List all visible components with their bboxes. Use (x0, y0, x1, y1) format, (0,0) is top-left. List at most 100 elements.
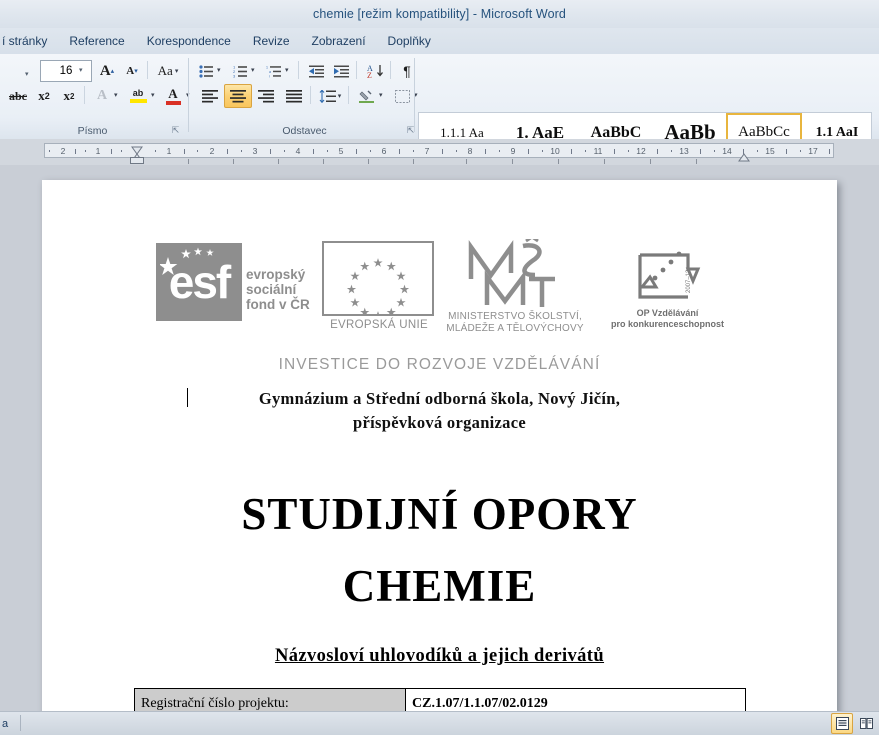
strikethrough-button[interactable]: abc (4, 84, 32, 108)
ruler-label: 4 (295, 146, 301, 156)
ruler-label: 1 (166, 146, 172, 156)
line-spacing-icon (319, 89, 336, 103)
shrink-font-button[interactable]: A ▾ (119, 59, 145, 83)
justify-button[interactable] (280, 84, 308, 108)
ruler-label: 17 (808, 146, 818, 156)
title-line-2: CHEMIE (342, 561, 537, 611)
line-spacing-button[interactable]: ▾ (316, 84, 344, 108)
school-name-line-2: příspěvková organizace (353, 413, 526, 432)
numbering-caret-icon[interactable]: ▾ (251, 67, 255, 74)
group-divider-2 (414, 58, 415, 132)
ruler-label: 14 (722, 146, 732, 156)
borders-button[interactable] (389, 84, 415, 108)
font-dialog-launcher[interactable]: ⇱ (170, 125, 181, 136)
print-layout-view-button[interactable] (831, 713, 853, 734)
decrease-indent-button[interactable] (304, 59, 329, 83)
ruler-label: 15 (765, 146, 775, 156)
left-indent-marker[interactable] (130, 157, 144, 164)
msmt-logo-icon (468, 239, 555, 307)
tab-reference[interactable]: Reference (58, 30, 135, 52)
msmt-caption-line-1: MINISTERSTVO ŠKOLSTVÍ, (448, 311, 582, 322)
tab-zobrazeni[interactable]: Zobrazení (301, 30, 377, 52)
shading-caret-icon[interactable]: ▾ (379, 92, 383, 99)
bullets-caret-icon[interactable]: ▾ (217, 67, 221, 74)
font-color-button[interactable]: A (160, 84, 186, 108)
svg-text:Z: Z (367, 71, 372, 79)
grow-font-icon: A (99, 62, 111, 79)
esf-line-3: fond v ČR (246, 297, 310, 312)
opvk-logo-icon: 2007–13 (638, 251, 701, 299)
font-size-dropdown-arrow[interactable]: ▾ (79, 66, 83, 74)
ribbon-body: ▾ 16 ▾ A ▴ A ▾ Aa ▾ abc x2 x2 A ▾ ab ▾ A… (0, 54, 879, 172)
bullets-button[interactable] (194, 59, 218, 83)
borders-icon (394, 89, 410, 103)
logo-band: esf evropský sociální fond v ČR EVROPSKÁ… (42, 235, 837, 340)
pilcrow-icon: ¶ (403, 63, 411, 79)
ruler-label: 9 (510, 146, 516, 156)
align-center-button[interactable] (224, 84, 252, 108)
text-highlight-button[interactable]: ab (124, 84, 152, 108)
show-formatting-marks-button[interactable]: ¶ (395, 59, 419, 83)
tab-revize[interactable]: Revize (242, 30, 301, 52)
shading-button[interactable] (354, 84, 380, 108)
superscript-button[interactable]: x2 (56, 84, 82, 108)
investice-heading: INVESTICE DO ROZVOJE VZDĚLÁVÁNÍ (278, 356, 601, 373)
increase-indent-button[interactable] (329, 59, 354, 83)
paragraph-separator-5 (348, 86, 349, 104)
window-title: chemie [režim kompatibility] - Microsoft… (313, 7, 566, 21)
svg-text:1: 1 (266, 65, 268, 69)
numbering-icon: 1 2 3 (233, 65, 247, 78)
paragraph-separator-1 (298, 61, 299, 79)
ruler-label: 2 (209, 146, 215, 156)
document-canvas[interactable]: esf evropský sociální fond v ČR EVROPSKÁ… (0, 165, 879, 712)
decrease-indent-icon (308, 65, 324, 77)
ruler-label: 7 (424, 146, 430, 156)
document-page[interactable]: esf evropský sociální fond v ČR EVROPSKÁ… (42, 180, 837, 712)
multilevel-list-icon: 1 a i (266, 65, 281, 78)
align-right-button[interactable] (252, 84, 280, 108)
right-indent-marker[interactable] (738, 149, 750, 162)
ruler-scale: 2 1 1 2 3 4 5 6 7 8 9 10 11 12 13 14 15 … (45, 144, 833, 157)
justify-icon (285, 89, 302, 102)
font-size-input[interactable]: 16 (40, 60, 92, 82)
font-name-dropdown-arrow[interactable]: ▾ (25, 70, 29, 78)
ruler-label: 2 (60, 146, 66, 156)
sort-button[interactable]: A Z (362, 59, 388, 83)
horizontal-ruler[interactable]: 2 1 1 2 3 4 5 6 7 8 9 10 11 12 13 14 15 … (44, 143, 834, 158)
esf-line-2: sociální (246, 282, 297, 297)
full-screen-reading-view-button[interactable] (855, 713, 877, 734)
font-group-label: Písmo (77, 125, 108, 137)
text-effects-caret-icon[interactable]: ▾ (114, 92, 118, 99)
tab-doplnky[interactable]: Doplňky (377, 30, 442, 52)
svg-text:3: 3 (233, 73, 236, 78)
opvk-logo-caption: OP Vzdělávání pro konkurenceschopnost (590, 308, 745, 330)
table-cell-value: CZ.1.07/1.1.07/02.0129 (405, 688, 746, 712)
multilevel-caret-icon[interactable]: ▾ (285, 67, 289, 74)
tab-page-layout[interactable]: í stránky (0, 30, 58, 52)
highlight-icon: ab (132, 88, 144, 98)
subscript-button[interactable]: x2 (31, 84, 57, 108)
svg-text:i: i (269, 74, 270, 78)
ruler-label: 3 (252, 146, 258, 156)
msmt-logo-caption: MINISTERSTVO ŠKOLSTVÍ, MLÁDEŽE A TĚLOVÝC… (430, 311, 600, 335)
change-case-icon: Aa (157, 63, 173, 78)
text-effects-button[interactable]: A (89, 84, 115, 108)
align-left-button[interactable] (196, 84, 224, 108)
bullets-icon (198, 64, 213, 78)
change-case-button[interactable]: Aa ▾ (152, 59, 184, 83)
svg-text:2007–13: 2007–13 (686, 269, 692, 293)
msmt-caption-line-2: MLÁDEŽE A TĚLOVÝCHOVY (446, 323, 584, 334)
status-divider (20, 715, 21, 731)
grow-font-button[interactable]: A ▴ (94, 59, 120, 83)
sort-icon: A Z (367, 64, 383, 79)
multilevel-list-button[interactable]: 1 a i (262, 59, 286, 83)
print-layout-view-icon (835, 717, 849, 730)
ribbon-group-font: ▾ 16 ▾ A ▴ A ▾ Aa ▾ abc x2 x2 A ▾ ab ▾ A… (0, 54, 190, 139)
paragraph-separator-4 (310, 86, 311, 104)
font-separator-1 (147, 61, 148, 79)
highlight-caret-icon[interactable]: ▾ (151, 92, 155, 99)
style-preview: 1.1 AaI (815, 124, 859, 140)
numbering-button[interactable]: 1 2 3 (228, 59, 252, 83)
tab-korespondence[interactable]: Korespondence (136, 30, 242, 52)
text-effects-icon: A (96, 88, 108, 103)
